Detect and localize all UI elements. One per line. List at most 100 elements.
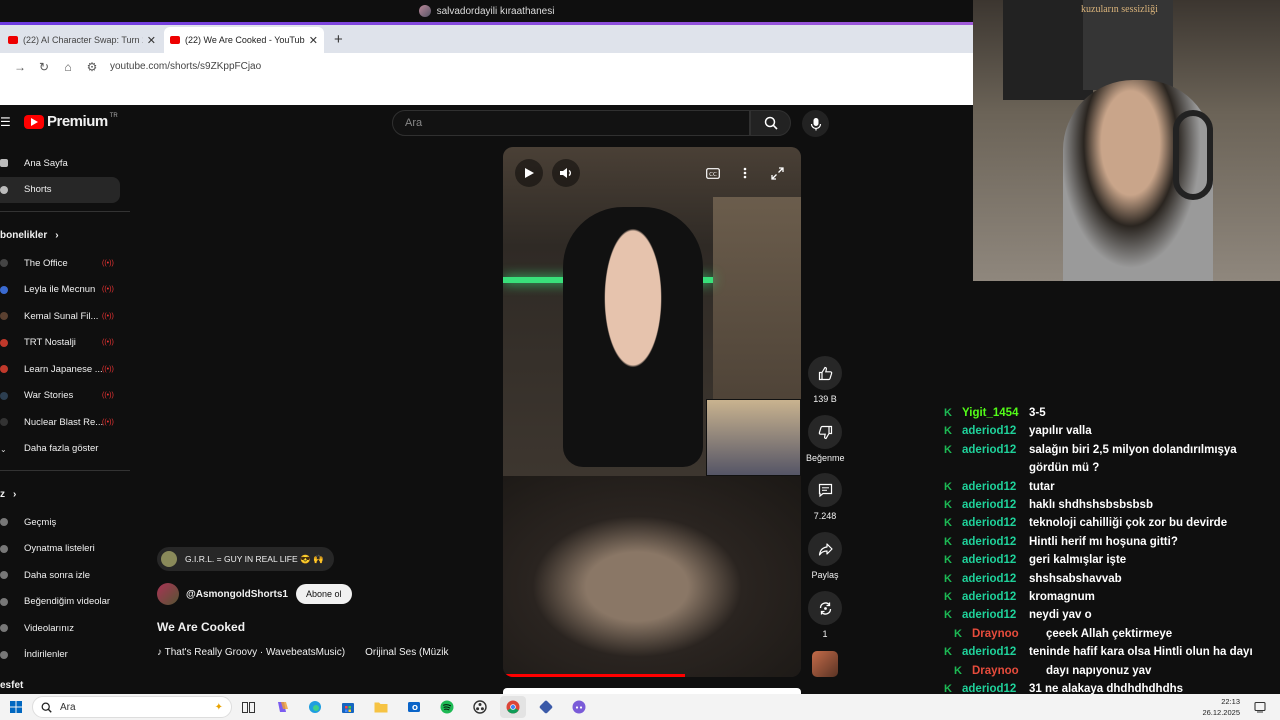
shorts-video-player[interactable]: CC [503,147,801,677]
music-track: That's Really Groovy · WavebeatsMusic) [164,647,346,658]
url-field[interactable]: youtube.com/shorts/s9ZKppFCjao [110,61,261,72]
system-clock[interactable]: 22:13 26.12.2025 [1202,696,1240,718]
subscribe-button[interactable]: Abone ol [295,584,352,604]
tag-label: G.I.R.L. = GUY IN REAL LIFE 😎 🙌 [185,553,324,564]
sound-thumbnail[interactable] [812,651,838,677]
chat-username[interactable]: aderiod12 [962,570,1029,588]
sidebar-subscription[interactable]: Kemal Sunal Fil... ((•)) [0,303,130,330]
youtube-logo[interactable]: ☰ Premium TR [0,113,118,130]
chat-username[interactable]: aderiod12 [962,606,1029,624]
sidebar-subscriptions-heading[interactable]: bonelikler › [0,220,130,250]
chat-username[interactable]: aderiod12 [962,514,1029,532]
obs-icon[interactable] [467,696,493,718]
discord-icon[interactable] [566,696,592,718]
file-explorer-icon[interactable] [368,696,394,718]
sidebar-subscription[interactable]: TRT Nostalji ((•)) [0,330,130,357]
headset [1173,110,1213,200]
dislike-circle [808,415,842,449]
copilot-icon[interactable] [269,696,295,718]
chat-text: 3-5 [1029,407,1046,419]
sidebar-subscription[interactable]: Learn Japanese ... ((•)) [0,356,130,383]
task-view-icon[interactable] [236,696,262,718]
edge-icon[interactable] [302,696,328,718]
captions-button[interactable]: CC [704,164,722,182]
taskbar-search[interactable]: Ara ✦ [32,696,232,718]
play-button[interactable] [515,159,543,187]
start-button[interactable] [0,701,32,713]
short-title: We Are Cooked [157,620,246,634]
chrome-icon[interactable] [499,696,526,718]
sidebar-divider [0,211,130,212]
sidebar-subscription[interactable]: The Office ((•)) [0,250,130,277]
sidebar: Ana Sayfa Shorts bonelikler › The Office… [0,150,130,698]
chat-username[interactable]: aderiod12 [962,643,1029,661]
chat-username[interactable]: aderiod12 [962,422,1029,440]
live-indicator-icon: ((•)) [102,365,114,373]
sidebar-item-playlist[interactable]: Oynatma listeleri [0,536,130,563]
dislike-button[interactable]: Beğenme [806,415,845,463]
tab-label: (22) AI Character Swap: Turn 1 · [23,35,143,45]
notification-icon[interactable] [1254,700,1266,718]
chat-username[interactable]: Yigit_1454 [962,404,1029,422]
screen: salvadordayili kıraathanesi (22) AI Char… [0,0,1280,720]
kick-badge-icon: K [954,627,962,640]
sidebar-subscription[interactable]: Nuclear Blast Re... ((•)) [0,409,130,436]
sidebar-item-downloads[interactable]: İndirilenler [0,642,130,669]
browser-tab-1[interactable]: (22) AI Character Swap: Turn 1 · ✕ [2,27,162,53]
like-button[interactable]: 139 B [806,356,844,404]
site-info-icon[interactable]: ⚙ [80,60,104,74]
chat-username[interactable]: aderiod12 [962,441,1029,459]
chat-username[interactable]: aderiod12 [962,588,1029,606]
reload-icon[interactable]: ↻ [32,60,56,74]
browser-tab-2[interactable]: (22) We Are Cooked - YouTube ✕ [164,27,324,53]
short-tag-chip[interactable]: G.I.R.L. = GUY IN REAL LIFE 😎 🙌 [157,547,334,571]
volume-button[interactable] [552,159,580,187]
chat-text: tutar [1029,480,1055,493]
show-more-button[interactable]: ⌄ Daha fazla göster [0,436,130,463]
sidebar-item-watch-later[interactable]: Daha sonra izle [0,562,130,589]
sidebar-item-shorts[interactable]: Shorts [0,176,120,203]
wall-poster [1003,0,1093,100]
share-button[interactable]: Paylaş [806,532,844,580]
chat-username[interactable]: aderiod12 [962,478,1029,496]
spotify-icon[interactable] [434,696,460,718]
sidebar-item-home[interactable]: Ana Sayfa [0,150,130,177]
new-tab-icon[interactable]: + [334,31,343,48]
close-tab-icon[interactable]: ✕ [309,34,318,47]
menu-icon[interactable]: ☰ [0,115,12,129]
outlook-icon[interactable]: O [401,696,427,718]
youtube-favicon-icon [170,36,180,44]
video-progress-bar[interactable] [503,674,685,677]
sidebar-subscription[interactable]: War Stories ((•)) [0,383,130,410]
chat-message: Kaderiod12 teninde hafif kara olsa Hintli… [944,643,1274,661]
store-icon[interactable] [335,696,361,718]
chat-username[interactable]: aderiod12 [962,533,1029,551]
sidebar-you-heading[interactable]: z › [0,479,130,509]
sidebar-item-your-videos[interactable]: Videolarınız [0,615,130,642]
channel-avatar-icon [0,312,8,321]
channel-name[interactable]: @AsmongoldShorts1 [186,589,288,600]
app-icon[interactable] [533,696,559,718]
fullscreen-button[interactable] [768,164,786,182]
chat-username[interactable]: Draynoo [972,625,1046,643]
home-icon[interactable]: ⌂ [56,60,80,74]
sidebar-item-history[interactable]: Geçmiş [0,509,130,536]
more-options-button[interactable] [736,164,754,182]
voice-search-button[interactable] [802,110,829,137]
channel-avatar[interactable] [157,583,179,605]
forward-icon[interactable]: → [8,60,32,74]
playlist-icon [0,544,8,553]
search-input[interactable]: Ara [392,110,750,136]
sidebar-subscription[interactable]: Leyla ile Mecnun ((•)) [0,277,130,304]
sidebar-item-label: Leyla ile Mecnun [24,284,96,296]
close-tab-icon[interactable]: ✕ [147,34,156,47]
chat-username[interactable]: aderiod12 [962,551,1029,569]
comments-button[interactable]: 7.248 [806,473,844,521]
chat-username[interactable]: aderiod12 [962,496,1029,514]
music-info[interactable]: ♪ That's Really Groovy · WavebeatsMusic)… [157,647,457,658]
remix-button[interactable]: 1 [806,591,844,639]
sidebar-item-label: Oynatma listeleri [24,543,95,555]
search-button[interactable] [750,110,791,136]
chat-username[interactable]: Draynoo [972,662,1046,680]
sidebar-item-liked-videos[interactable]: Beğendiğim videolar [0,589,130,616]
